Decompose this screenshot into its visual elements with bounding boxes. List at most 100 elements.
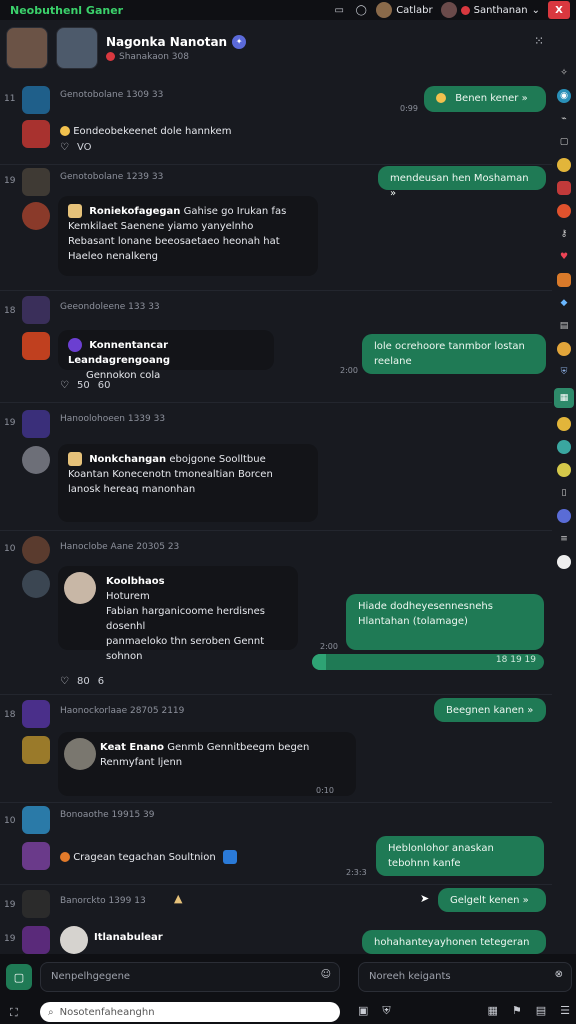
image-icon[interactable]: ⛶ [10, 1006, 18, 1020]
avatar[interactable] [56, 27, 98, 69]
search-input[interactable]: Noreeh keigants ⊗ [358, 962, 572, 992]
outgoing-message[interactable]: Benen kener » [424, 86, 546, 112]
avatar[interactable] [22, 926, 50, 954]
emoji-picker-icon[interactable]: ☺ [321, 969, 331, 980]
user-switch-1[interactable]: Catlabr [376, 2, 433, 18]
avatar[interactable] [22, 446, 50, 474]
fire-icon[interactable] [557, 204, 571, 218]
avatar[interactable] [22, 890, 50, 918]
chart-icon[interactable]: ▤ [536, 1004, 546, 1018]
user-switch-2[interactable]: Santhanan ⌄ [440, 2, 540, 18]
message-meta: Haonockorlaae 28705 2119 [60, 706, 185, 716]
layers-icon[interactable]: ▦ [554, 388, 574, 408]
avatar[interactable] [22, 202, 50, 230]
timestamp: 2:00 [320, 642, 338, 651]
avatar[interactable] [22, 806, 50, 834]
heart-icon[interactable]: ♡ [60, 676, 69, 687]
incoming-message[interactable]: Roniekofagegan Gahise go Irukan fas Kemk… [58, 196, 318, 276]
close-button[interactable]: X [548, 1, 570, 19]
message-line: panmaeloko thn seroben Gennt [106, 636, 265, 647]
smile-icon[interactable] [557, 417, 571, 431]
calendar-icon[interactable]: ▣ [358, 1004, 368, 1018]
avatar[interactable] [22, 120, 50, 148]
attach-button[interactable]: ▢ [6, 964, 32, 990]
settings-icon[interactable] [557, 509, 571, 523]
message-title: Konnentancar Leandagrengoang [68, 340, 170, 366]
grid-menu-icon[interactable]: ⁙ [534, 34, 544, 48]
user-name: Catlabr [396, 4, 433, 16]
bottom-search-field[interactable]: ⌕ Nosotenfaheanghn [40, 1002, 340, 1022]
box-icon[interactable] [557, 273, 571, 287]
chat-icon[interactable]: ▢ [557, 135, 571, 149]
outgoing-message[interactable]: Beegnen kanen » [434, 698, 546, 722]
incoming-message[interactable]: Keat Enano Genmb Gennitbeegm begen Renmy… [58, 732, 356, 796]
shield-icon[interactable]: ⛨ [382, 1004, 390, 1018]
avatar[interactable] [22, 410, 50, 438]
planet-icon[interactable] [557, 440, 571, 454]
heart-icon[interactable]: ♡ [60, 142, 69, 153]
divider [0, 884, 552, 885]
pie-icon[interactable] [557, 463, 571, 477]
message-feed[interactable]: 11 Genotobolane 1309 33 Benen kener » 0:… [0, 76, 552, 954]
avatar[interactable] [22, 736, 50, 764]
avatar[interactable] [22, 842, 50, 870]
key-icon[interactable]: ⚷ [557, 227, 571, 241]
medal-icon[interactable] [557, 342, 571, 356]
avatar [64, 572, 96, 604]
avatar[interactable] [22, 86, 50, 114]
document-icon[interactable]: ▤ [557, 319, 571, 333]
message-group: 18 Geeondoleene 133 33 Konnentancar Lean… [0, 292, 552, 400]
outgoing-message[interactable]: mendeusan hen Moshaman » [378, 166, 546, 199]
outgoing-message[interactable]: Hiade dodheyesennesnehs Hlantahan (tolam… [346, 594, 544, 650]
reactions[interactable]: ♡ 50 60 [60, 380, 110, 391]
placeholder-text: Nenpelhgegene [51, 971, 131, 982]
reactions[interactable]: ♡ VO [60, 142, 92, 153]
coin-icon[interactable] [557, 158, 571, 172]
globe-icon[interactable]: ◉ [557, 89, 571, 103]
search-icon: ⌕ [48, 1006, 54, 1018]
audio-progress-bar[interactable]: 18 19 19 [312, 654, 544, 670]
incoming-message[interactable]: Nonkchangan ebojgone Soolltbue Koantan K… [58, 444, 318, 522]
avatar[interactable] [22, 570, 50, 598]
link-icon[interactable]: ⌁ [557, 112, 571, 126]
outgoing-message[interactable]: lole ocrehoore tanmbor lostan reelane [362, 334, 546, 374]
reaction-count: 50 [76, 380, 90, 391]
avatar[interactable] [22, 700, 50, 728]
heart-icon[interactable]: ♥ [557, 250, 571, 264]
avatar[interactable] [22, 168, 50, 196]
avatar[interactable] [22, 536, 50, 564]
avatar [376, 2, 393, 18]
outgoing-message[interactable]: Heblonlohor anaskan tebohnn kanfe [376, 836, 544, 876]
list-icon[interactable]: ☰ [560, 1004, 570, 1018]
sparkle-icon[interactable]: ✧ [557, 66, 571, 80]
gift-icon[interactable] [557, 181, 571, 195]
chat-bubble-icon[interactable]: ◯ [354, 3, 368, 17]
message-input[interactable]: Nenpelhgegene ☺ [40, 962, 340, 992]
shield-icon[interactable]: ⛨ [557, 365, 571, 379]
outgoing-message[interactable]: hohahanteyayhonen tetegeran [362, 930, 546, 954]
bookmark-icon[interactable]: ▯ [557, 486, 571, 500]
flag-icon[interactable]: ⚑ [512, 1004, 522, 1018]
avatar[interactable] [22, 332, 50, 360]
status-online-icon[interactable] [557, 555, 571, 569]
incoming-message[interactable]: Konnentancar Leandagrengoang Gennokon co… [58, 330, 274, 381]
placeholder-text: Noreeh keigants [369, 971, 451, 982]
grid-icon[interactable]: ▦ [487, 1004, 497, 1018]
incoming-message[interactable]: Koolbhaos Hoturem Fabian harganicoome he… [58, 566, 298, 662]
message-line: ebojgone Soolltbue [169, 454, 266, 465]
avatar[interactable] [22, 296, 50, 324]
outgoing-message[interactable]: Gelgelt kenen » [438, 888, 546, 912]
message-title: Itlanabulear [94, 932, 163, 943]
diamond-icon[interactable]: ◆ [557, 296, 571, 310]
clear-icon[interactable]: ⊗ [555, 969, 563, 980]
window-icon[interactable]: ▭ [332, 3, 346, 17]
reactions[interactable]: ♡ 80 6 [60, 676, 104, 687]
row-number: 18 [4, 306, 16, 316]
menu-icon[interactable]: ≡ [557, 532, 571, 546]
message-meta: Hanoolohoeen 1339 33 [60, 414, 166, 424]
avatar[interactable] [6, 27, 48, 69]
avatar [64, 738, 96, 770]
message-meta: Banorckto 1399 13 [60, 896, 146, 906]
progress-label: 18 19 19 [495, 655, 536, 665]
heart-icon[interactable]: ♡ [60, 380, 69, 391]
